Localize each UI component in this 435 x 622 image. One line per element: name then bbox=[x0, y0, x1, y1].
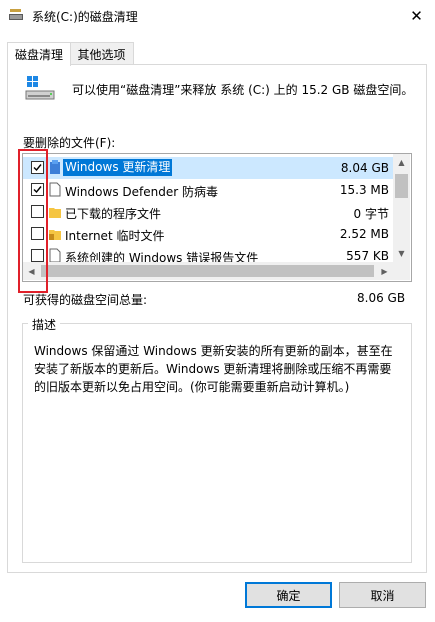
file-size: 2.52 MB bbox=[339, 227, 389, 241]
file-size: 557 KB bbox=[346, 249, 389, 262]
list-item[interactable]: Internet 临时文件 2.52 MB bbox=[23, 223, 393, 245]
document-icon bbox=[49, 248, 61, 262]
folder-icon bbox=[49, 204, 61, 219]
document-icon bbox=[49, 182, 61, 197]
tab-more-options[interactable]: 其他选项 bbox=[69, 42, 134, 65]
total-space-label: 可获得的磁盘空间总量: bbox=[23, 293, 148, 307]
horizontal-scrollbar[interactable]: ◀ ▶ bbox=[23, 262, 393, 280]
scroll-up-icon[interactable]: ▲ bbox=[393, 154, 410, 171]
list-item[interactable]: Windows Defender 防病毒 15.3 MB bbox=[23, 179, 393, 201]
files-list[interactable]: Windows 更新清理 8.04 GB Windows Defender 防病… bbox=[22, 153, 412, 282]
list-item[interactable]: 已下载的程序文件 0 字节 bbox=[23, 201, 393, 223]
close-icon: ✕ bbox=[410, 7, 423, 25]
close-button[interactable]: ✕ bbox=[398, 0, 435, 32]
file-name: 系统创建的 Windows 错误报告文件 bbox=[65, 251, 259, 262]
list-item[interactable]: 系统创建的 Windows 错误报告文件 557 KB bbox=[23, 245, 393, 262]
description-legend: 描述 bbox=[28, 316, 61, 333]
locked-folder-icon bbox=[49, 226, 61, 241]
disk-cleanup-icon bbox=[8, 8, 24, 22]
file-name: Internet 临时文件 bbox=[65, 229, 165, 243]
scroll-corner bbox=[393, 262, 410, 280]
total-space-value: 8.06 GB bbox=[357, 291, 406, 305]
file-name: 已下载的程序文件 bbox=[65, 207, 162, 221]
header-text: 可以使用“磁盘清理”来释放 系统 (C:) 上的 15.2 GB 磁盘空间。 bbox=[72, 83, 414, 97]
file-size: 8.04 GB bbox=[340, 161, 389, 175]
windows-update-icon bbox=[49, 160, 61, 175]
file-size: 0 字节 bbox=[353, 207, 389, 221]
description-text: Windows 保留通过 Windows 更新安装的所有更新的副本，甚至在安装了… bbox=[34, 344, 393, 394]
file-size: 15.3 MB bbox=[339, 183, 389, 197]
cancel-button[interactable]: 取消 bbox=[339, 582, 426, 608]
scroll-thumb[interactable] bbox=[395, 174, 408, 198]
window-title: 系统(C:)的磁盘清理 bbox=[32, 10, 138, 24]
drive-icon bbox=[24, 74, 56, 104]
vertical-scrollbar[interactable]: ▲ ▼ bbox=[393, 154, 410, 262]
red-highlight-box bbox=[18, 149, 48, 293]
scroll-right-icon[interactable]: ▶ bbox=[376, 262, 393, 280]
tab-disk-cleanup[interactable]: 磁盘清理 bbox=[7, 42, 71, 66]
list-item[interactable]: Windows 更新清理 8.04 GB bbox=[23, 157, 393, 179]
file-name: Windows Defender 防病毒 bbox=[65, 185, 218, 199]
file-name: Windows 更新清理 bbox=[63, 159, 173, 176]
scroll-thumb[interactable] bbox=[41, 265, 374, 277]
ok-button[interactable]: 确定 bbox=[245, 582, 332, 608]
scroll-down-icon[interactable]: ▼ bbox=[393, 245, 410, 262]
